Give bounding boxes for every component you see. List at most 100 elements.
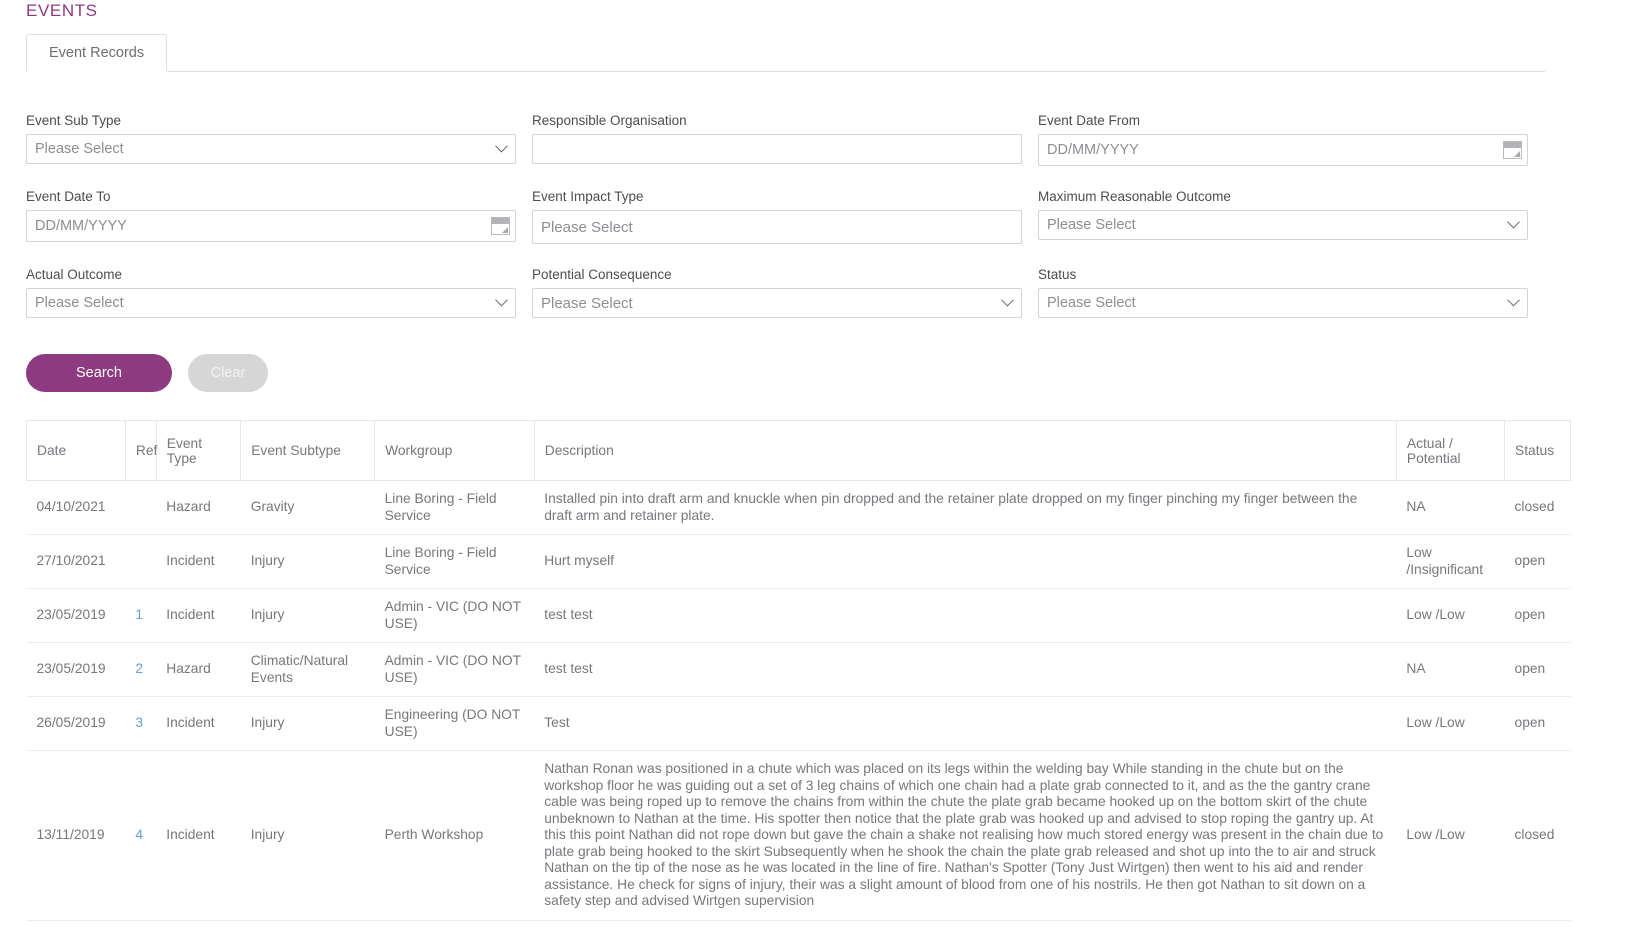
cell-event-subtype: Injury bbox=[240, 750, 375, 921]
calendar-icon[interactable] bbox=[491, 217, 510, 235]
table-row[interactable]: 23/05/2019 1 Incident Injury Admin - VIC (DO… bbox=[26, 588, 1571, 643]
event-impact-type-select[interactable]: Please Select bbox=[532, 210, 1022, 244]
results-table-wrapper: Date Ref Event Type Event Subtype Workgr… bbox=[26, 420, 1571, 921]
event-date-from-input[interactable]: DD/MM/YYYY bbox=[1038, 134, 1528, 166]
ref-link[interactable]: 2 bbox=[135, 661, 143, 676]
cell-description: Installed pin into draft arm and knuckle… bbox=[534, 480, 1397, 535]
label-event-impact-type: Event Impact Type bbox=[532, 189, 644, 204]
label-event-sub-type: Event Sub Type bbox=[26, 113, 122, 128]
chevron-down-icon bbox=[1001, 293, 1014, 307]
cell-status: open bbox=[1504, 534, 1571, 589]
column-header-event-subtype[interactable]: Event Subtype bbox=[240, 420, 376, 481]
clear-button[interactable]: Clear bbox=[188, 354, 268, 392]
cell-event-type: Incident bbox=[156, 750, 241, 921]
events-page: EVENTS Event Records Event Sub Type Plea… bbox=[0, 0, 1631, 927]
column-header-description[interactable]: Description bbox=[533, 420, 1397, 481]
cell-description: test test bbox=[534, 588, 1397, 643]
field-event-date-to: Event Date To DD/MM/YYYY bbox=[26, 188, 516, 244]
label-event-date-to: Event Date To bbox=[26, 189, 111, 204]
chevron-down-icon bbox=[1507, 215, 1520, 229]
actual-outcome-select[interactable]: Please Select bbox=[26, 288, 516, 318]
potential-consequence-value: Please Select bbox=[541, 294, 633, 312]
column-header-event-type[interactable]: Event Type bbox=[155, 420, 242, 481]
cell-event-subtype: Climatic/Natural Events bbox=[240, 642, 375, 697]
form-row-2: Event Date To DD/MM/YYYY Event Impact Ty… bbox=[26, 188, 1545, 244]
event-sub-type-select[interactable]: Please Select bbox=[26, 134, 516, 164]
field-potential-consequence: Potential Consequence Please Select bbox=[532, 266, 1022, 318]
column-header-ref[interactable]: Ref bbox=[124, 420, 157, 481]
cell-status: open bbox=[1504, 696, 1571, 751]
maximum-reasonable-outcome-select[interactable]: Please Select bbox=[1038, 210, 1528, 240]
cell-actual-potential: NA bbox=[1396, 480, 1505, 535]
label-event-date-from: Event Date From bbox=[1038, 113, 1141, 128]
actual-outcome-value: Please Select bbox=[35, 295, 124, 311]
cell-workgroup: Admin - VIC (DO NOT USE) bbox=[374, 642, 535, 697]
results-table-body: 04/10/2021 Hazard Gravity Line Boring - Fie… bbox=[26, 480, 1571, 921]
cell-status: open bbox=[1504, 642, 1571, 697]
status-select[interactable]: Please Select bbox=[1038, 288, 1528, 318]
search-button[interactable]: Search bbox=[26, 354, 172, 392]
event-impact-type-value: Please Select bbox=[541, 218, 633, 236]
cell-actual-potential: Low /Low bbox=[1396, 588, 1505, 643]
cell-workgroup: Line Boring - Field Service bbox=[374, 534, 535, 589]
tab-event-records[interactable]: Event Records bbox=[26, 34, 168, 72]
field-event-date-from: Event Date From DD/MM/YYYY bbox=[1038, 112, 1528, 166]
ref-link[interactable]: 4 bbox=[135, 827, 143, 842]
label-potential-consequence: Potential Consequence bbox=[532, 267, 672, 282]
cell-event-type: Hazard bbox=[156, 480, 241, 535]
event-search-form: Event Sub Type Please Select Responsible… bbox=[26, 112, 1545, 318]
cell-event-type: Incident bbox=[156, 588, 241, 643]
cell-event-subtype: Injury bbox=[240, 534, 375, 589]
label-actual-outcome: Actual Outcome bbox=[26, 267, 123, 282]
results-table-head: Date Ref Event Type Event Subtype Workgr… bbox=[26, 420, 1571, 481]
chevron-down-icon bbox=[495, 139, 508, 153]
ref-link[interactable]: 1 bbox=[135, 607, 143, 622]
table-row[interactable]: 26/05/2019 3 Incident Injury Engineering (DO… bbox=[26, 696, 1571, 751]
cell-actual-potential: Low /Insignificant bbox=[1396, 534, 1505, 589]
cell-workgroup: Admin - VIC (DO NOT USE) bbox=[374, 588, 535, 643]
cell-actual-potential: Low /Low bbox=[1396, 696, 1505, 751]
cell-event-type: Incident bbox=[156, 696, 241, 751]
column-header-workgroup[interactable]: Workgroup bbox=[374, 420, 535, 481]
field-maximum-reasonable-outcome: Maximum Reasonable Outcome Please Select bbox=[1038, 188, 1528, 244]
cell-ref: 2 bbox=[125, 642, 157, 697]
table-row[interactable]: 23/05/2019 2 Hazard Climatic/Natural Events… bbox=[26, 642, 1571, 697]
form-row-1: Event Sub Type Please Select Responsible… bbox=[26, 112, 1545, 166]
cell-status: closed bbox=[1504, 750, 1571, 921]
chevron-down-icon bbox=[495, 293, 508, 307]
label-maximum-reasonable-outcome: Maximum Reasonable Outcome bbox=[1038, 189, 1231, 204]
table-row[interactable]: 27/10/2021 Incident Injury Line Boring - Fi… bbox=[26, 534, 1571, 589]
potential-consequence-select[interactable]: Please Select bbox=[532, 288, 1022, 318]
column-header-status[interactable]: Status bbox=[1504, 420, 1571, 481]
status-value: Please Select bbox=[1047, 295, 1136, 311]
results-table: Date Ref Event Type Event Subtype Workgr… bbox=[26, 420, 1571, 921]
table-row[interactable]: 04/10/2021 Hazard Gravity Line Boring - Fie… bbox=[26, 480, 1571, 535]
table-row[interactable]: 13/11/2019 4 Incident Injury Perth Workshop N… bbox=[26, 750, 1571, 921]
cell-description: Hurt myself bbox=[534, 534, 1397, 589]
maximum-reasonable-outcome-value: Please Select bbox=[1047, 217, 1136, 233]
column-header-actual-potential[interactable]: Actual / Potential bbox=[1395, 420, 1506, 481]
cell-date: 13/11/2019 bbox=[26, 750, 126, 921]
tabstrip: Event Records bbox=[26, 34, 1545, 72]
cell-event-subtype: Injury bbox=[240, 588, 375, 643]
event-date-to-input[interactable]: DD/MM/YYYY bbox=[26, 210, 516, 242]
event-date-from-placeholder: DD/MM/YYYY bbox=[1047, 142, 1139, 158]
cell-description: Nathan Ronan was positioned in a chute w… bbox=[534, 750, 1397, 921]
event-date-to-placeholder: DD/MM/YYYY bbox=[35, 218, 127, 234]
field-responsible-organisation: Responsible Organisation bbox=[532, 112, 1022, 166]
cell-event-subtype: Gravity bbox=[240, 480, 375, 535]
calendar-icon[interactable] bbox=[1503, 141, 1522, 159]
cell-actual-potential: NA bbox=[1396, 642, 1505, 697]
cell-ref: 1 bbox=[125, 588, 157, 643]
cell-status: closed bbox=[1504, 480, 1571, 535]
event-sub-type-value: Please Select bbox=[35, 141, 124, 157]
field-status: Status Please Select bbox=[1038, 266, 1528, 318]
cell-description: test test bbox=[534, 642, 1397, 697]
cell-event-type: Hazard bbox=[156, 642, 241, 697]
cell-actual-potential: Low /Low bbox=[1396, 750, 1505, 921]
cell-date: 26/05/2019 bbox=[26, 696, 126, 751]
cell-ref: 3 bbox=[125, 696, 157, 751]
ref-link[interactable]: 3 bbox=[135, 715, 143, 730]
responsible-organisation-input[interactable] bbox=[532, 134, 1022, 164]
column-header-date[interactable]: Date bbox=[26, 420, 126, 481]
